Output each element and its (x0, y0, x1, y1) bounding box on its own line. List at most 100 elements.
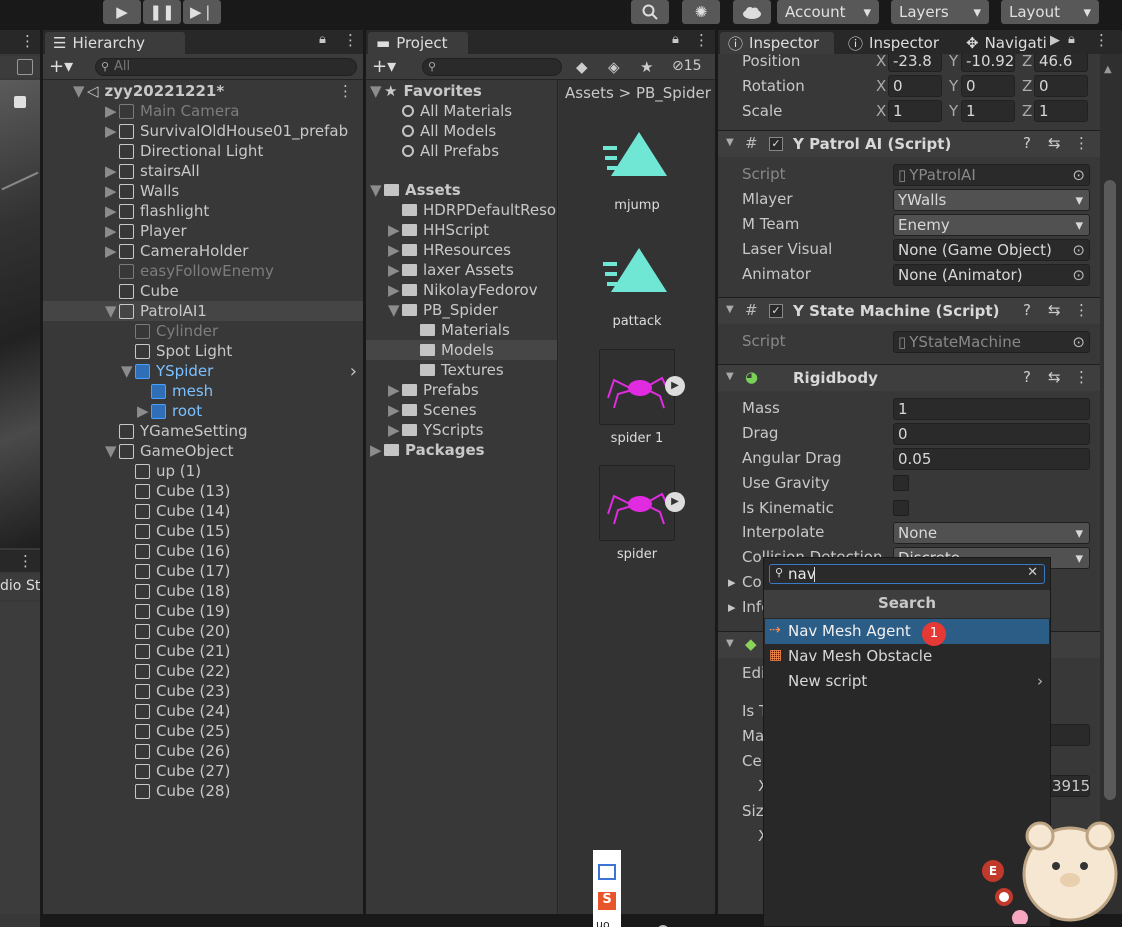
tab-project[interactable]: ▬ Project (368, 32, 468, 54)
layout-dropdown[interactable]: Layout ▾ (1001, 0, 1099, 24)
project-tree-item[interactable]: ▼ PB_Spider (366, 300, 557, 320)
tab-inspector-2[interactable]: ⓘ Inspector (840, 32, 947, 54)
project-tree-item[interactable]: ▼ ★ Favorites (366, 81, 557, 101)
hierarchy-item[interactable]: ▼ GameObject (43, 441, 363, 461)
hierarchy-item[interactable]: ▶ stairsAll (43, 161, 363, 181)
step-button[interactable]: ▶❘ (183, 0, 221, 24)
tab-hierarchy[interactable]: ☰ Hierarchy (45, 32, 185, 54)
project-tree-item[interactable]: Models (366, 340, 557, 360)
expand-arrow-icon[interactable]: ▶ (388, 401, 400, 419)
expand-arrow-icon[interactable]: ▶ (105, 242, 117, 260)
nav-mesh-obstacle-item[interactable]: ▦ Nav Mesh Obstacle (765, 644, 1049, 669)
help-icon[interactable]: ? (1023, 134, 1031, 152)
project-tree-item[interactable]: Textures (366, 360, 557, 380)
scroll-up-icon[interactable]: ▲ (1104, 64, 1112, 75)
expand-arrow-icon[interactable]: ▶ (370, 441, 382, 459)
pause-button[interactable]: ❚❚ (143, 0, 181, 24)
constraints-foldout[interactable]: ▸ (728, 573, 736, 591)
preset-icon[interactable]: ⇆ (1048, 134, 1061, 152)
hierarchy-item[interactable]: ▶ root (43, 401, 363, 421)
transform-value-field[interactable]: 1 (888, 100, 942, 122)
object-picker-icon[interactable]: ⊙ (1072, 265, 1085, 285)
collapse-arrow-icon[interactable]: ▼ (726, 638, 734, 649)
asset-thumbnail[interactable]: pattack (559, 230, 715, 342)
asset-thumbnail[interactable]: ▶ spider (559, 462, 715, 574)
play-button[interactable]: ▶ (103, 0, 141, 24)
hierarchy-item[interactable]: Cube (18) (43, 581, 363, 601)
hierarchy-item[interactable]: YGameSetting (43, 421, 363, 441)
menu-icon[interactable]: ⋮ (20, 32, 35, 50)
help-icon[interactable]: ? (1023, 368, 1031, 386)
new-script-item[interactable]: New script › (765, 669, 1049, 694)
menu-icon[interactable]: ⋮ (338, 82, 353, 100)
hierarchy-item[interactable]: Cube (22) (43, 661, 363, 681)
property-dropdown[interactable]: None ▾ (893, 522, 1090, 544)
project-tree-item[interactable]: ▶ YScripts (366, 420, 557, 440)
hierarchy-item[interactable]: ▼ YSpider › (43, 361, 363, 382)
property-dropdown[interactable]: Enemy ▾ (893, 214, 1090, 236)
property-field[interactable]: None (Animator) ⊙ (893, 264, 1090, 286)
project-tree-item[interactable]: All Models (366, 121, 557, 141)
e-badge-icon[interactable]: E (982, 860, 1004, 882)
expand-arrow-icon[interactable]: ▼ (370, 181, 382, 199)
hierarchy-item[interactable]: Spot Light (43, 341, 363, 361)
component-menu-icon[interactable]: ⋮ (1074, 301, 1089, 319)
expand-arrow-icon[interactable]: ▶ (388, 281, 400, 299)
tab-navigation[interactable]: ✥ Navigati (958, 32, 1054, 54)
enabled-checkbox[interactable]: ✓ (769, 137, 783, 151)
transform-value-field[interactable]: 1 (1034, 100, 1088, 122)
expand-arrow-icon[interactable]: ▶ (105, 222, 117, 240)
enabled-checkbox[interactable]: ✓ (769, 304, 783, 318)
property-dropdown[interactable]: YWalls ▾ (893, 189, 1090, 211)
hierarchy-item[interactable]: up (1) (43, 461, 363, 481)
expand-arrow-icon[interactable]: ▼ (388, 301, 400, 319)
expand-arrow-icon[interactable]: ▶ (105, 202, 117, 220)
expand-arrow-icon[interactable]: ▼ (105, 442, 117, 460)
expand-arrow-icon[interactable]: ▼ (105, 302, 117, 320)
menu-icon[interactable]: ⋮ (694, 31, 709, 49)
lock-icon[interactable]: 🔒︎ (319, 32, 326, 47)
expand-arrow-icon[interactable]: ▼ (370, 82, 382, 100)
add-button[interactable]: +▾ (49, 56, 73, 77)
hierarchy-item[interactable]: Cube (19) (43, 601, 363, 621)
property-field[interactable]: None (Game Object) ⊙ (893, 239, 1090, 261)
hierarchy-item[interactable]: ▶ SurvivalOldHouse01_prefab (43, 121, 363, 141)
expand-arrow-icon[interactable]: ▶ (105, 102, 117, 120)
component-search-input[interactable]: ⚲ nav ✕ (769, 564, 1045, 584)
hierarchy-item[interactable]: ▶ Walls (43, 181, 363, 201)
inspector-scrollbar[interactable]: ▲ (1100, 54, 1122, 914)
hierarchy-item[interactable]: Cube (27) (43, 761, 363, 781)
record-icon[interactable] (995, 888, 1013, 906)
info-foldout[interactable]: ▸ (728, 598, 736, 616)
search-button[interactable] (631, 0, 669, 24)
asset-thumbnail[interactable]: ▶ spider 1 (559, 346, 715, 458)
component-header[interactable]: ▼ # ✓ Y State Machine (Script)? ⇆ ⋮ (718, 297, 1100, 324)
play-preview-icon[interactable]: ▶ (665, 492, 685, 512)
component-header[interactable]: ▼ ◕ Rigidbody? ⇆ ⋮ (718, 364, 1100, 391)
breadcrumb-assets[interactable]: Assets (565, 84, 614, 102)
transform-value-field[interactable]: 1 (961, 100, 1015, 122)
uo-icon[interactable]: uo (596, 918, 610, 927)
project-tree-item[interactable]: ▶ Scenes (366, 400, 557, 420)
star-icon[interactable]: ★ (640, 58, 653, 76)
collapse-arrow-icon[interactable]: ▼ (726, 137, 734, 148)
collab-button[interactable]: ✺ (682, 0, 720, 24)
transform-value-field[interactable]: -23.8 (888, 54, 942, 72)
hierarchy-item[interactable]: ▶ Main Camera (43, 101, 363, 121)
expand-arrow-icon[interactable]: ▶ (137, 402, 149, 420)
property-checkbox[interactable] (893, 500, 909, 516)
layers-dropdown[interactable]: Layers ▾ (891, 0, 989, 24)
transform-value-field[interactable]: 0 (1034, 75, 1088, 97)
breadcrumb-pb-spider[interactable]: PB_Spider (636, 84, 711, 102)
expand-arrow-icon[interactable]: ▼ (121, 362, 133, 380)
account-dropdown[interactable]: Account ▾ (777, 0, 879, 24)
object-picker-icon[interactable]: ⊙ (1072, 240, 1085, 260)
property-checkbox[interactable] (893, 475, 909, 491)
menu-icon[interactable]: ⋮ (343, 31, 358, 49)
expand-arrow-icon[interactable]: ▶ (388, 421, 400, 439)
center-x-field[interactable]: 3915 (1048, 775, 1090, 797)
hierarchy-item[interactable]: Cube (15) (43, 521, 363, 541)
expand-arrow-icon[interactable]: ▶ (105, 162, 117, 180)
s-icon[interactable]: S (598, 892, 616, 910)
stats-label[interactable]: St (26, 578, 40, 594)
